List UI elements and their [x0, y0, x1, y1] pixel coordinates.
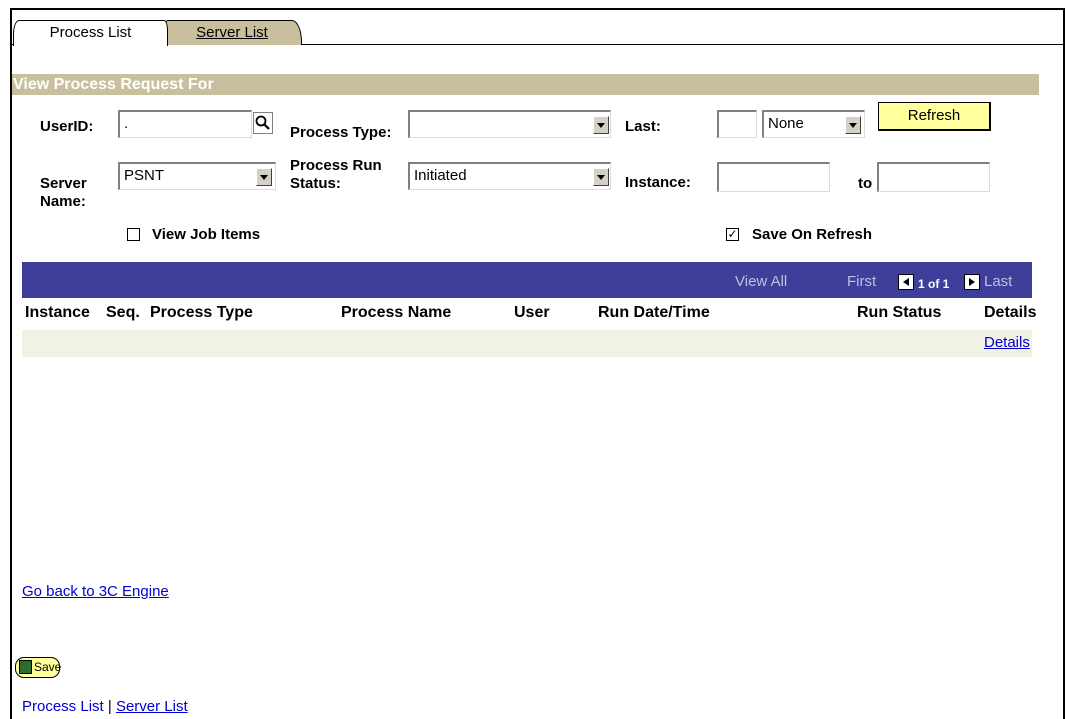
- save-button[interactable]: Save: [15, 657, 62, 678]
- tab-process-list[interactable]: Process List: [13, 20, 168, 46]
- col-instance: Instance: [25, 304, 90, 321]
- tab-server-list[interactable]: Server List: [162, 20, 302, 45]
- page-info: 1 of 1: [918, 277, 950, 291]
- last-input[interactable]: [717, 110, 757, 138]
- col-process-type: Process Type: [150, 304, 253, 321]
- details-link[interactable]: Details: [984, 334, 1030, 351]
- footer-process-list-link[interactable]: Process List: [22, 698, 104, 715]
- tab-process-list-label: Process List: [49, 24, 132, 41]
- chevron-down-icon[interactable]: [593, 168, 609, 186]
- refresh-button[interactable]: Refresh: [878, 102, 991, 131]
- chevron-down-icon[interactable]: [593, 116, 609, 134]
- col-details: Details: [984, 304, 1037, 321]
- col-run-status: Run Status: [857, 304, 942, 321]
- save-on-refresh-label: Save On Refresh: [752, 226, 873, 243]
- userid-input[interactable]: .: [118, 110, 252, 138]
- instance-label: Instance:: [625, 174, 691, 191]
- floppy-disk-icon: [19, 660, 32, 674]
- save-on-refresh-checkbox[interactable]: ✓: [726, 228, 739, 241]
- table-row: Details: [22, 330, 1032, 357]
- server-name-select[interactable]: PSNT: [118, 162, 276, 190]
- instance-from-input[interactable]: [717, 162, 830, 192]
- chevron-down-icon[interactable]: [845, 116, 861, 134]
- instance-to-input[interactable]: [877, 162, 990, 192]
- lookup-icon[interactable]: [253, 112, 273, 134]
- previous-icon[interactable]: [898, 274, 914, 290]
- userid-label: UserID:: [40, 118, 94, 135]
- next-icon[interactable]: [964, 274, 980, 290]
- process-type-select[interactable]: [408, 110, 611, 138]
- last-label: Last:: [625, 118, 661, 135]
- process-type-label: Process Type:: [290, 124, 392, 141]
- chevron-down-icon[interactable]: [256, 168, 272, 186]
- col-user: User: [514, 304, 550, 321]
- go-back-link[interactable]: Go back to 3C Engine: [22, 583, 169, 600]
- save-button-label: Save: [34, 660, 62, 674]
- server-name-label: Server Name:: [40, 175, 87, 210]
- first-link[interactable]: First: [847, 273, 876, 291]
- section-title: View Process Request For: [12, 74, 1039, 95]
- run-status-label: Process Run Status:: [290, 157, 382, 192]
- last-link[interactable]: Last: [984, 273, 1012, 291]
- view-job-items-label: View Job Items: [152, 226, 261, 243]
- footer-links: Process List | Server List: [22, 698, 188, 715]
- col-run-date-time: Run Date/Time: [598, 304, 710, 321]
- col-process-name: Process Name: [341, 304, 452, 321]
- col-seq: Seq.: [106, 304, 140, 321]
- view-all-link[interactable]: View All: [735, 273, 787, 291]
- run-status-select[interactable]: Initiated: [408, 162, 611, 190]
- footer-server-list-link[interactable]: Server List: [116, 698, 188, 715]
- view-job-items-checkbox[interactable]: [127, 228, 140, 241]
- footer-separator: |: [107, 698, 112, 715]
- grid-nav-bar: View All First 1 of 1 Last: [22, 262, 1032, 298]
- to-label: to: [858, 175, 873, 192]
- tab-server-list-label: Server List: [196, 24, 268, 41]
